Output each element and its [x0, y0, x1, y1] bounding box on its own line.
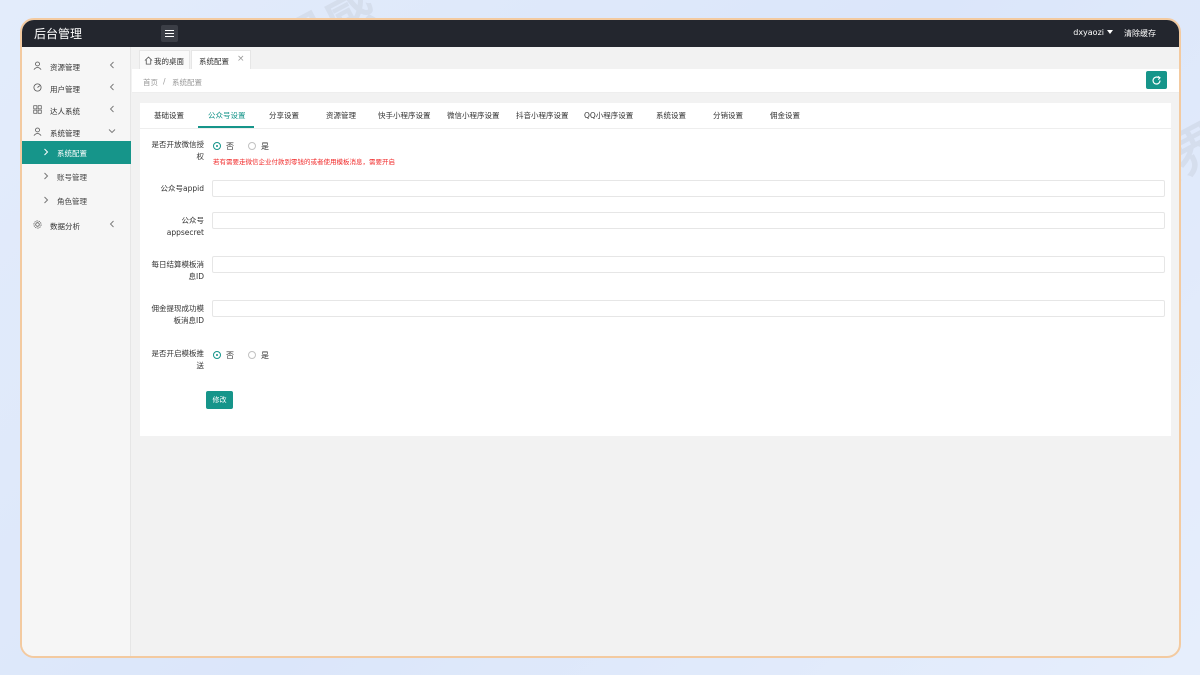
- field-label: 每日结算模板消息ID: [151, 260, 205, 281]
- sidebar-item-system-config[interactable]: 系统配置: [22, 141, 131, 164]
- sidebar-item-label: 用户管理: [50, 85, 80, 94]
- tab-divider: [140, 128, 1171, 129]
- sidebar-item-analytics[interactable]: 数据分析: [22, 214, 131, 235]
- field-label: 是否开放微信授权: [151, 140, 205, 161]
- sidebar-item-label: 资源管理: [50, 63, 80, 72]
- sidebar-item-resources[interactable]: 资源管理: [22, 55, 131, 76]
- sidebar: 资源管理 用户管理 达人系统 系统管理 系统配置 账号管理 角色管理 数据分析: [22, 47, 131, 656]
- radio-label: 是: [261, 142, 269, 151]
- app-title: 后台管理: [34, 27, 83, 41]
- grid-icon: [33, 105, 42, 114]
- menu-toggle-button[interactable]: [161, 25, 178, 42]
- clear-cache-button[interactable]: 清除缓存: [1124, 28, 1156, 39]
- user-menu[interactable]: dxyaozi: [1073, 28, 1113, 37]
- radio-label: 否: [226, 351, 234, 360]
- auth-radio-no[interactable]: [213, 142, 221, 150]
- field-label: 佣金提现成功模板消息ID: [151, 304, 205, 325]
- breadcrumb: 首页 / 系统配置: [132, 69, 1179, 93]
- tab-basic[interactable]: 基础设置: [154, 110, 184, 121]
- sidebar-item-label: 数据分析: [50, 222, 80, 231]
- sidebar-item-label: 系统管理: [50, 129, 80, 138]
- refresh-button[interactable]: [1146, 71, 1167, 89]
- tab-share[interactable]: 分享设置: [269, 110, 299, 121]
- home-icon: [144, 56, 153, 65]
- tab-system[interactable]: 系统设置: [656, 110, 686, 121]
- push-radio-yes[interactable]: [248, 351, 256, 359]
- sidebar-item-label: 角色管理: [57, 197, 87, 206]
- commission-template-input[interactable]: [212, 300, 1165, 317]
- sidebar-item-users[interactable]: 用户管理: [22, 77, 131, 98]
- chevron-left-icon: [109, 61, 114, 69]
- tab-wechat-miniapp[interactable]: 微信小程序设置: [447, 110, 500, 121]
- auth-tip: 若有需要走微信企业付款到零钱的或者使用模板消息，需要开启: [213, 158, 395, 166]
- radio-label: 是: [261, 351, 269, 360]
- submit-button[interactable]: 修改: [206, 391, 233, 409]
- tab-qq-miniapp[interactable]: QQ小程序设置: [584, 110, 633, 121]
- breadcrumb-separator: /: [163, 77, 166, 86]
- sidebar-item-accounts[interactable]: 账号管理: [22, 165, 131, 188]
- gauge-icon: [33, 83, 42, 92]
- field-label: 是否开启模板推送: [151, 349, 205, 370]
- push-radio-no[interactable]: [213, 351, 221, 359]
- sidebar-item-system[interactable]: 系统管理: [22, 121, 131, 142]
- page-tab-label: 系统配置: [199, 57, 229, 66]
- tab-kuaishou-miniapp[interactable]: 快手小程序设置: [378, 110, 431, 121]
- top-bar: 后台管理 dxyaozi 清除缓存: [22, 20, 1179, 47]
- field-label: 公众号appsecret: [166, 216, 204, 237]
- tab-douyin-miniapp[interactable]: 抖音小程序设置: [516, 110, 569, 121]
- appsecret-input[interactable]: [212, 212, 1165, 229]
- user-icon: [33, 127, 42, 136]
- breadcrumb-home[interactable]: 首页: [143, 77, 158, 88]
- breadcrumb-current: 系统配置: [172, 78, 202, 87]
- username: dxyaozi: [1073, 28, 1104, 37]
- sidebar-item-label: 账号管理: [57, 173, 87, 182]
- chevron-left-icon: [109, 220, 114, 228]
- page-tab-system-config[interactable]: 系统配置 ×: [191, 50, 251, 69]
- radio-label: 否: [226, 142, 234, 151]
- page-tab-label: 我的桌面: [154, 57, 184, 66]
- app-window: 后台管理 dxyaozi 清除缓存 资源管理 用户管理 达人系统 系统管理 系统…: [20, 18, 1181, 658]
- chevron-right-icon: [44, 196, 49, 204]
- page-tabs-bar: 我的桌面 系统配置 ×: [132, 47, 1179, 69]
- chevron-left-icon: [109, 83, 114, 91]
- field-label: 公众号appid: [160, 184, 204, 193]
- caret-down-icon: [1107, 30, 1113, 34]
- gear-icon: [33, 220, 42, 229]
- close-icon[interactable]: ×: [237, 54, 245, 64]
- tab-official-account[interactable]: 公众号设置: [208, 110, 246, 121]
- sidebar-item-talent[interactable]: 达人系统: [22, 99, 131, 120]
- daily-template-input[interactable]: [212, 256, 1165, 273]
- chevron-left-icon: [109, 105, 114, 113]
- sidebar-item-roles[interactable]: 角色管理: [22, 189, 131, 212]
- auth-radio-yes[interactable]: [248, 142, 256, 150]
- page-tab-desktop[interactable]: 我的桌面: [139, 50, 190, 69]
- config-panel: 基础设置 公众号设置 分享设置 资源管理 快手小程序设置 微信小程序设置 抖音小…: [140, 103, 1171, 436]
- tab-commission[interactable]: 佣金设置: [770, 110, 800, 121]
- tab-distribution[interactable]: 分销设置: [713, 110, 743, 121]
- chevron-right-icon: [44, 172, 49, 180]
- sidebar-item-label: 达人系统: [50, 107, 80, 116]
- refresh-icon: [1152, 75, 1161, 85]
- chevron-right-icon: [44, 148, 49, 156]
- user-icon: [33, 61, 42, 70]
- appid-input[interactable]: [212, 180, 1165, 197]
- tab-resources[interactable]: 资源管理: [326, 110, 356, 121]
- hamburger-icon: [165, 30, 174, 37]
- chevron-down-icon: [108, 129, 116, 134]
- sidebar-item-label: 系统配置: [57, 149, 87, 158]
